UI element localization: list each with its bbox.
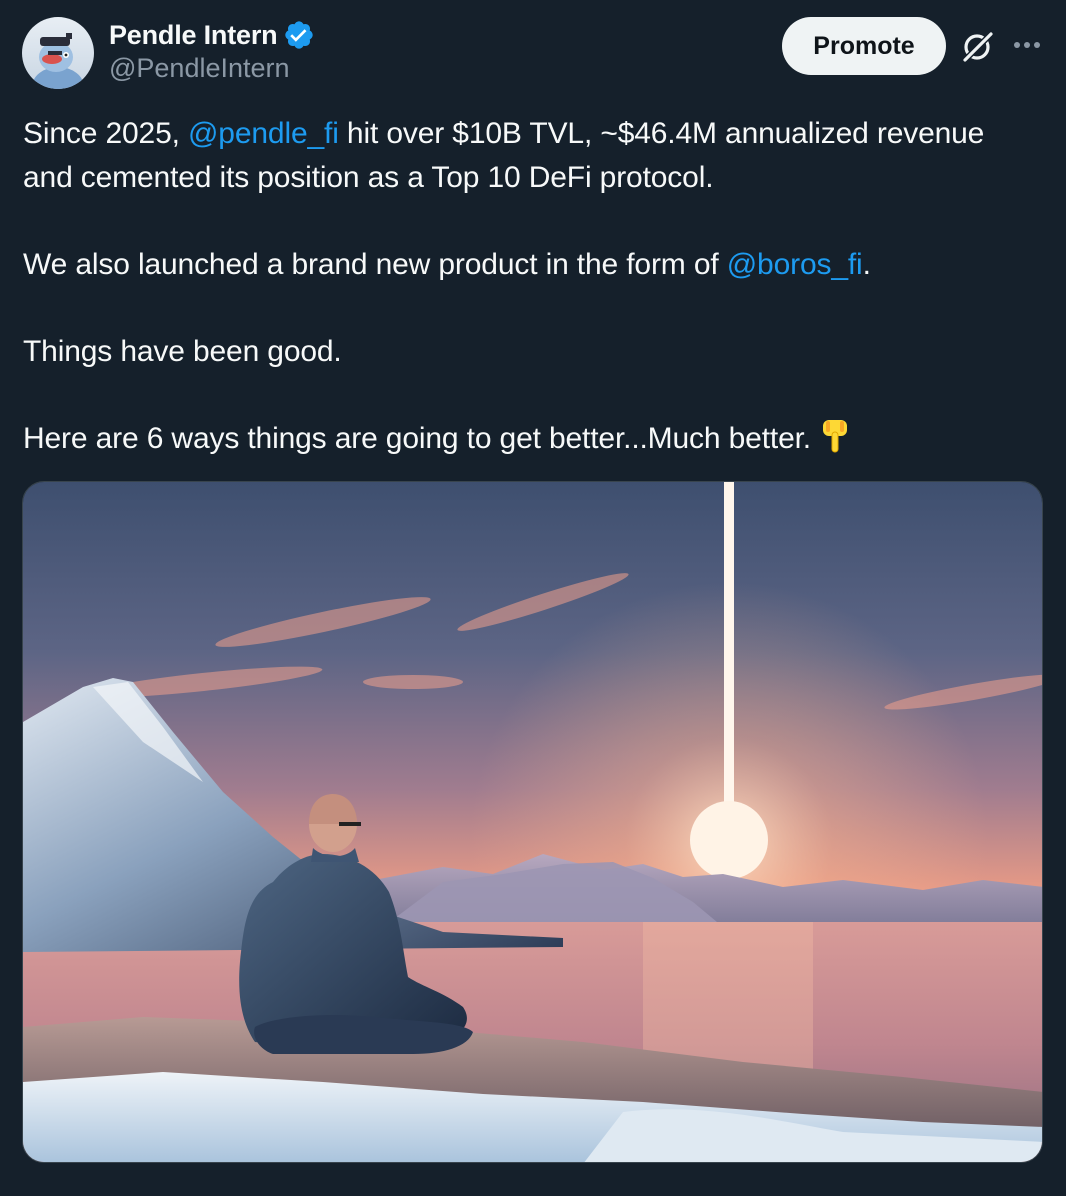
tweet-text-segment: . [862, 247, 871, 281]
tweet-line-2: and cemented its position as a Top 10 De… [23, 160, 714, 194]
tweet-text-segment: Here are 6 ways things are going to get … [23, 421, 811, 455]
tweet-text-segment: Since 2025, [23, 117, 188, 150]
author-display-name[interactable]: Pendle Intern [109, 20, 278, 51]
avatar[interactable] [22, 17, 94, 89]
tweet-text-segment: We also launched a brand new product in … [23, 247, 727, 281]
author-handle[interactable]: @PendleIntern [109, 53, 290, 84]
verified-badge-icon[interactable] [283, 19, 315, 51]
monk-sunset-image [23, 482, 1042, 1162]
mention-pendle-fi[interactable]: @pendle_fi [188, 117, 339, 150]
tweet-line-5: Here are 6 ways things are going to get … [23, 417, 1043, 461]
tweet-line-4: Things have been good. [23, 334, 342, 368]
backhand-index-pointing-down-emoji [819, 418, 851, 454]
tweet-line-1: Since 2025, @pendle_fi hit over $10B TVL… [23, 112, 1043, 156]
more-horizontal-icon[interactable] [1010, 30, 1044, 60]
pendle-intern-avatar-image [22, 17, 94, 89]
tweet: Pendle Intern @PendleIntern Promote Sinc… [0, 0, 1066, 1196]
tweet-text: Since 2025, @pendle_fi hit over $10B TVL… [23, 112, 1043, 460]
tweet-line-3: We also launched a brand new product in … [23, 243, 1043, 287]
grok-icon[interactable] [960, 28, 996, 64]
tweet-text-segment: hit over $10B TVL, ~$46.4M annualized re… [338, 117, 985, 150]
mention-boros-fi[interactable]: @boros_fi [727, 248, 863, 281]
tweet-image[interactable] [22, 481, 1043, 1163]
promote-button[interactable]: Promote [782, 17, 946, 75]
author-name-row: Pendle Intern [109, 18, 315, 52]
